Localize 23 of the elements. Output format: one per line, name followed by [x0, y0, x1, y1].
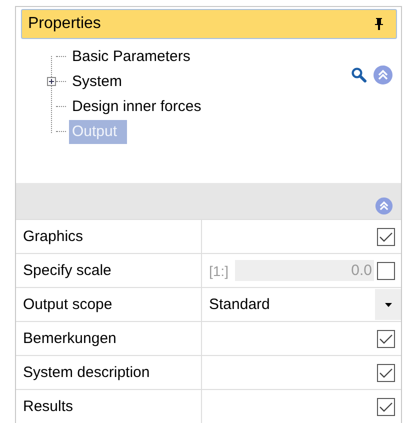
- property-label: Output scope: [16, 288, 202, 321]
- property-label: Bemerkungen: [16, 322, 202, 355]
- caret-icon: [384, 302, 392, 306]
- scale-prefix: [1:]: [209, 262, 228, 278]
- property-label: System description: [16, 356, 202, 389]
- panel-title: Properties: [28, 15, 101, 33]
- collapse-icon[interactable]: [375, 197, 393, 215]
- tree-item[interactable]: System: [69, 70, 126, 94]
- tree-item[interactable]: Design inner forces: [69, 94, 204, 118]
- checkbox[interactable]: [377, 398, 395, 416]
- checkbox[interactable]: [377, 228, 395, 246]
- checkbox[interactable]: [377, 364, 395, 382]
- expand-toggle[interactable]: [47, 77, 56, 86]
- property-label: Results: [16, 390, 202, 423]
- property-label: Specify scale: [16, 254, 202, 287]
- search-icon[interactable]: [351, 67, 367, 83]
- dropdown-value[interactable]: Standard: [209, 296, 372, 313]
- tree-item[interactable]: Basic Parameters: [69, 44, 194, 68]
- property-label: Graphics: [16, 220, 202, 253]
- checkbox[interactable]: [377, 330, 395, 348]
- checkbox[interactable]: [377, 262, 395, 280]
- pin-icon[interactable]: [374, 17, 384, 31]
- collapse-icon[interactable]: [373, 65, 393, 85]
